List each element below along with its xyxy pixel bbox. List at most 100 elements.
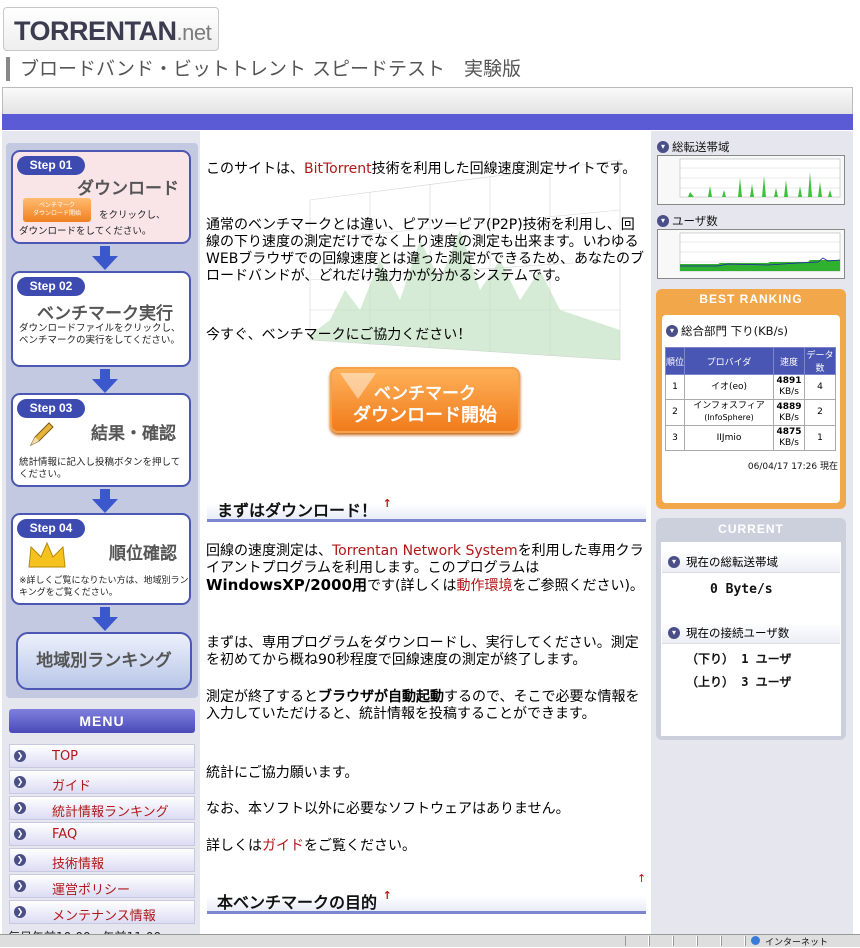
- intro-text: このサイトは、BitTorrent技術を利用した回線速度測定サイトです。: [206, 161, 637, 177]
- globe-icon: [751, 936, 760, 945]
- menu-item-maintenance[interactable]: ❯ メンテナンス情報: [9, 900, 195, 924]
- step-01: Step 01 ダウンロード ベンチマーク ダウンロード開始 をクリックし、 ダウ…: [11, 150, 191, 244]
- arrow-right-icon: ❯: [14, 750, 26, 762]
- auto-launch-text: 測定が終了するとブラウザが自動起動するので、そこで必要な情報を入力していただける…: [206, 689, 640, 722]
- top-nav-bar: [2, 87, 853, 115]
- step-badge: Step 04: [17, 519, 85, 538]
- traffic-title: ▾ 総転送帯域: [657, 139, 730, 155]
- cooperation-text: 今すぐ、ベンチマークにご協力ください！: [206, 327, 472, 343]
- best-ranking-title: BEST RANKING: [699, 292, 803, 306]
- status-cell: [649, 936, 673, 946]
- menu-list: ❯ TOP ❯ ガイド ❯ 統計情報ランキング ❯ FAQ ❯ 技術情報 ❯ 運営ポリシー …: [9, 744, 195, 926]
- arrow-right-icon: ❯: [14, 880, 26, 892]
- site-logo[interactable]: TORRENTAN.net: [3, 7, 219, 51]
- steps-panel: Step 01 ダウンロード ベンチマーク ダウンロード開始 をクリックし、 ダウ…: [6, 143, 198, 698]
- security-zone: インターネット: [765, 938, 829, 948]
- page-top-link[interactable]: ↑: [383, 497, 392, 510]
- page-top-link[interactable]: ↑: [383, 889, 392, 902]
- status-cell: [625, 936, 649, 946]
- arrow-right-icon: ❯: [14, 906, 26, 918]
- ranking-timestamp: 06/04/17 17:26 現在: [747, 462, 838, 472]
- benchmark-download-button[interactable]: ベンチマーク ダウンロード開始: [330, 367, 520, 433]
- ranking-subtitle: ▾ 総合部門 下り(KB/s): [666, 323, 788, 339]
- step-desc: ※詳しくご覧になりたい方は、地域別ランキングをご覧ください。: [19, 576, 189, 598]
- current-down-users: （下り） 1 ユーザ: [686, 652, 792, 666]
- menu-title: MENU: [9, 709, 195, 733]
- step-download-mini-button[interactable]: ベンチマーク ダウンロード開始: [23, 198, 91, 222]
- torrentan-network-link[interactable]: Torrentan Network System: [332, 543, 518, 559]
- request-text: 統計にご協力願います。: [206, 765, 359, 781]
- crown-icon: [28, 541, 66, 568]
- download-steps-text: まずは、専用プログラムをダウンロードし、実行してください。測定を初めてから概ね9…: [206, 635, 639, 668]
- no-extra-software-text: なお、本ソフト以外に必要なソフトウェアはありません。: [206, 801, 570, 817]
- site-subtitle: ブロードバンド・ビットトレント スピードテスト 実験版: [6, 57, 521, 81]
- best-ranking-panel: BEST RANKING ▾ 総合部門 下り(KB/s) 順位 プロバイダ 速度 …: [656, 289, 846, 509]
- arrow-right-icon: ❯: [14, 802, 26, 814]
- logo-text: TORRENTAN.net: [14, 16, 212, 46]
- ranking-table: 順位 プロバイダ 速度 データ数 1 イオ(eo) 4891 KB/s 4 2 イ…: [665, 347, 836, 451]
- current-users-label: ▾ 現在の接続ユーザ数: [662, 622, 840, 644]
- step-desc: 統計情報に記入し投稿ボタンを押してください。: [19, 457, 181, 480]
- users-title: ▾ ユーザ数: [657, 213, 718, 229]
- table-row[interactable]: 1 イオ(eo) 4891 KB/s 4: [665, 374, 836, 400]
- requirements-link[interactable]: 動作環境: [456, 578, 512, 594]
- section-heading-download: まずはダウンロード！ ↑: [207, 493, 646, 522]
- table-row[interactable]: 2 インフォスフィア (InfoSphere) 4889 KB/s 2: [665, 399, 836, 426]
- arrow-icon: [100, 607, 110, 617]
- page-top-link[interactable]: ↑: [637, 872, 646, 885]
- table-row[interactable]: 3 IIJmio 4875 KB/s 1: [665, 425, 836, 451]
- arrow-icon: [100, 246, 110, 256]
- step-badge: Step 01: [17, 156, 85, 175]
- step-desc: ダウンロードファイルをクリックし、ベンチマークの実行をしてください。: [19, 323, 181, 346]
- step-02: Step 02 ベンチマーク実行 ダウンロードファイルをクリックし、ベンチマーク…: [11, 271, 191, 367]
- current-panel: CURRENT ▾ 現在の総転送帯域 0 Byte/s ▾ 現在の接続ユーザ数 （下…: [656, 518, 846, 740]
- arrow-down-icon: [92, 379, 118, 393]
- section-heading-purpose: 本ベンチマークの目的 ↑: [207, 885, 646, 914]
- arrow-down-icon: [92, 499, 118, 513]
- arrow-right-icon: ❯: [14, 776, 26, 788]
- step-badge: Step 03: [17, 399, 85, 418]
- browser-status-bar: インターネット: [0, 934, 860, 948]
- menu-item-tech-info[interactable]: ❯ 技術情報: [9, 848, 195, 872]
- arrow-down-icon: [92, 256, 118, 270]
- users-graph: [657, 229, 845, 279]
- status-cell: [721, 936, 745, 946]
- guide-link[interactable]: ガイド: [262, 838, 304, 854]
- current-total-value: 0 Byte/s: [710, 582, 773, 597]
- intro-paragraph: 通常のベンチマークとは違い、ピアツーピア(P2P)技術を利用し、回線の下り速度の…: [206, 217, 645, 284]
- chevron-down-icon: ▾: [668, 555, 680, 568]
- menu-item-top[interactable]: ❯ TOP: [9, 744, 195, 768]
- menu-item-stats-ranking[interactable]: ❯ 統計情報ランキング: [9, 796, 195, 820]
- arrow-right-icon: ❯: [14, 854, 26, 866]
- step-desc: をクリックし、: [99, 210, 166, 221]
- step-badge: Step 02: [17, 277, 85, 296]
- step-title: ダウンロード: [77, 179, 179, 198]
- current-total-label: ▾ 現在の総転送帯域: [662, 551, 840, 573]
- chevron-down-icon: ▾: [668, 626, 680, 639]
- arrow-icon: [100, 369, 110, 379]
- status-cell: [673, 936, 697, 946]
- step-desc: ダウンロードをしてください。: [19, 226, 152, 237]
- traffic-graph: [657, 155, 845, 205]
- bittorrent-link[interactable]: BitTorrent: [304, 161, 372, 177]
- arrow-icon: [100, 489, 110, 499]
- step-title: 結果・確認: [91, 424, 176, 443]
- step-title: ベンチマーク実行: [37, 304, 173, 323]
- menu-item-faq[interactable]: ❯ FAQ: [9, 822, 195, 846]
- table-header: 順位 プロバイダ 速度 データ数: [665, 347, 836, 375]
- menu-item-policy[interactable]: ❯ 運営ポリシー: [9, 874, 195, 898]
- header-divider: [2, 114, 853, 130]
- chevron-down-icon: ▾: [666, 325, 678, 337]
- menu-item-guide[interactable]: ❯ ガイド: [9, 770, 195, 794]
- step-title: 順位確認: [109, 544, 177, 563]
- regional-ranking-button[interactable]: 地域別ランキング: [16, 632, 192, 690]
- download-desc: 回線の速度測定は、Torrentan Network Systemを利用した専用…: [206, 543, 644, 594]
- chevron-down-icon: ▾: [657, 141, 669, 153]
- step-03: Step 03 結果・確認 統計情報に記入し投稿ボタンを押してください。: [11, 393, 191, 487]
- pencil-icon: [29, 422, 54, 447]
- current-title: CURRENT: [718, 522, 784, 536]
- arrow-right-icon: ❯: [14, 828, 26, 840]
- chevron-down-icon: ▾: [657, 215, 669, 227]
- current-up-users: （上り） 3 ユーザ: [686, 675, 792, 689]
- guide-text: 詳しくはガイドをご覧ください。: [206, 838, 416, 854]
